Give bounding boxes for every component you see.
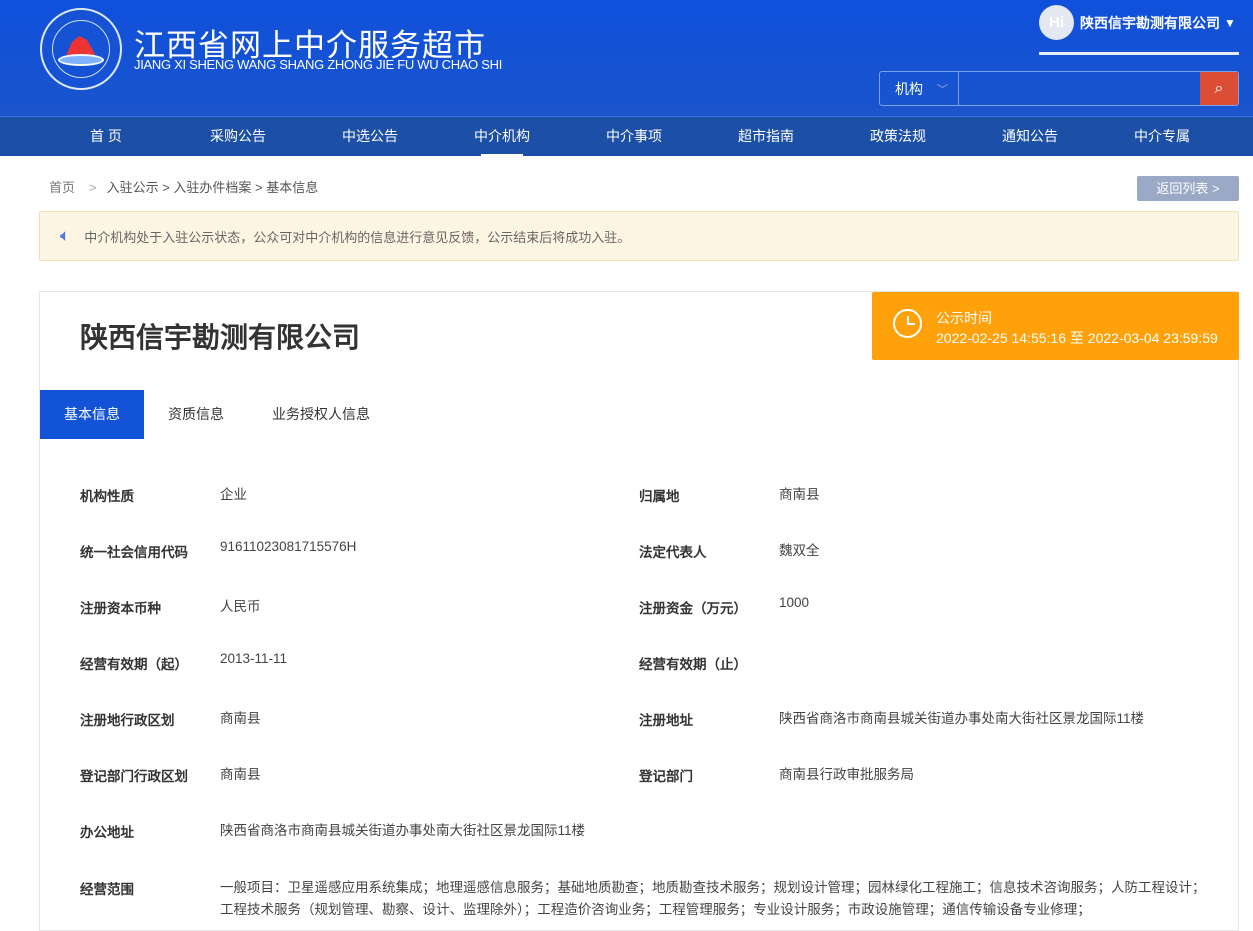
publicity-range: 2022-02-25 14:55:16 至 2022-03-04 23:59:5…	[936, 328, 1218, 348]
search-button[interactable]: ⌕	[1200, 72, 1238, 105]
back-to-list-button[interactable]: 返回列表 >	[1137, 176, 1239, 201]
field-label: 经营有效期（起）	[80, 653, 188, 673]
tab-basic-info[interactable]: 基本信息	[40, 390, 144, 439]
company-name: 陕西信宇勘测有限公司	[80, 316, 360, 356]
field-value: 人民币	[220, 595, 261, 615]
tab-qualification[interactable]: 资质信息	[144, 390, 248, 439]
notice-text: 中介机构处于入驻公示状态，公众可对中介机构的信息进行意见反馈，公示结束后将成功入…	[84, 227, 630, 246]
publicity-period: 公示时间 2022-02-25 14:55:16 至 2022-03-04 23…	[872, 292, 1239, 360]
nav-procurement[interactable]: 采购公告	[172, 117, 304, 156]
field-label: 注册资金（万元）	[639, 597, 747, 617]
search-icon: ⌕	[1215, 80, 1224, 98]
field-label: 注册资本币种	[80, 597, 161, 617]
field-value: 商南县	[220, 763, 261, 783]
field-label: 归属地	[639, 485, 680, 505]
nav-selection[interactable]: 中选公告	[304, 117, 436, 156]
field-value-scope: 一般项目：卫星遥感应用系统集成；地理遥感信息服务；基础地质勘查；地质勘查技术服务…	[220, 877, 1210, 921]
company-card: 陕西信宇勘测有限公司 公示时间 2022-02-25 14:55:16 至 20…	[39, 291, 1239, 931]
clock-icon	[893, 309, 922, 338]
nav-guide[interactable]: 超市指南	[700, 117, 832, 156]
notice-banner: 🔈︎ 中介机构处于入驻公示状态，公众可对中介机构的信息进行意见反馈，公示结束后将…	[39, 211, 1239, 261]
main-nav: 首 页 采购公告 中选公告 中介机构 中介事项 超市指南 政策法规 通知公告 中…	[0, 116, 1253, 156]
field-value: 91611023081715576H	[220, 539, 356, 554]
user-underline	[1039, 52, 1239, 55]
search-type-label: 机构	[895, 79, 923, 99]
field-value: 2013-11-11	[220, 651, 287, 666]
nav-agencies[interactable]: 中介机构	[436, 117, 568, 156]
nav-matters[interactable]: 中介事项	[568, 117, 700, 156]
field-value: 商南县	[220, 707, 261, 727]
search-type-select[interactable]: 机构 ﹀	[880, 72, 959, 105]
chevron-down-icon: ﹀	[937, 81, 948, 97]
site-logo[interactable]	[40, 8, 122, 90]
user-menu[interactable]: Hi 陕西信宇勘测有限公司 ▼	[1039, 5, 1236, 40]
field-label: 登记部门	[639, 765, 693, 785]
publicity-label: 公示时间	[936, 308, 992, 328]
field-label: 注册地行政区划	[80, 709, 175, 729]
site-header: 江西省网上中介服务超市 JIANG XI SHENG WANG SHANG ZH…	[0, 0, 1253, 116]
field-value: 陕西省商洛市商南县城关街道办事处南大街社区景龙国际11楼	[220, 819, 585, 839]
field-label: 法定代表人	[639, 541, 707, 561]
field-label: 统一社会信用代码	[80, 541, 188, 561]
tab-authorized-persons[interactable]: 业务授权人信息	[248, 390, 394, 439]
search-input[interactable]	[959, 72, 1200, 105]
caret-down-icon: ▼	[1224, 16, 1236, 30]
avatar: Hi	[1039, 5, 1074, 40]
field-value: 魏双全	[779, 539, 820, 559]
breadcrumb-sep: >	[89, 180, 97, 195]
nav-home[interactable]: 首 页	[40, 117, 172, 156]
nav-policy[interactable]: 政策法规	[832, 117, 964, 156]
user-name: 陕西信宇勘测有限公司	[1080, 13, 1220, 33]
field-label: 办公地址	[80, 821, 134, 841]
field-value: 商南县	[779, 483, 820, 503]
field-label: 机构性质	[80, 485, 134, 505]
speaker-icon: 🔈︎	[60, 226, 70, 246]
breadcrumb-home[interactable]: 首页	[49, 180, 75, 195]
field-value: 商南县行政审批服务局	[779, 763, 914, 783]
field-label: 登记部门行政区划	[80, 765, 188, 785]
site-subtitle: JIANG XI SHENG WANG SHANG ZHONG JIE FU W…	[134, 57, 502, 72]
tabs: 基本信息 资质信息 业务授权人信息	[40, 390, 394, 439]
field-value: 企业	[220, 483, 247, 503]
nav-exclusive[interactable]: 中介专属	[1096, 117, 1228, 156]
breadcrumb-path[interactable]: 入驻公示 > 入驻办件档案 > 基本信息	[107, 180, 319, 195]
search-bar: 机构 ﹀ ⌕	[879, 71, 1239, 106]
field-value: 陕西省商洛市商南县城关街道办事处南大街社区景龙国际11楼	[779, 707, 1144, 727]
field-label: 经营有效期（止）	[639, 653, 747, 673]
field-label: 经营范围	[80, 878, 134, 898]
nav-notices[interactable]: 通知公告	[964, 117, 1096, 156]
breadcrumb: 首页 > 入驻公示 > 入驻办件档案 > 基本信息	[49, 177, 318, 196]
field-label: 注册地址	[639, 709, 693, 729]
field-value: 1000	[779, 595, 809, 610]
